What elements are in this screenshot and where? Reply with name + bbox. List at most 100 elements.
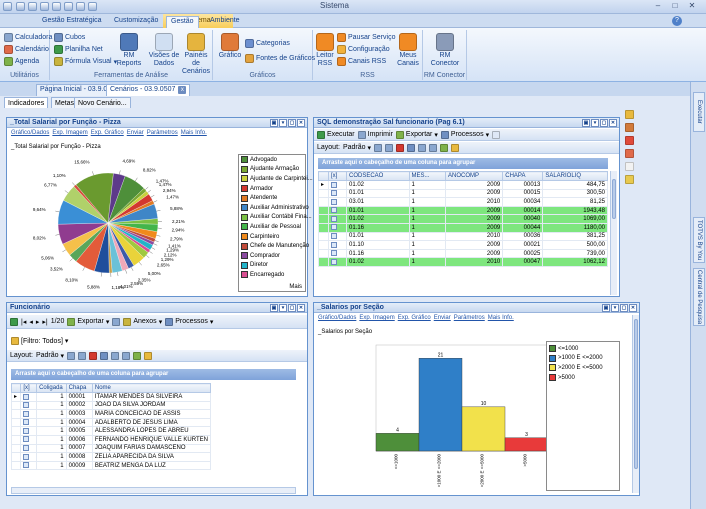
row-checkbox[interactable] bbox=[20, 452, 38, 462]
row-checkbox[interactable] bbox=[20, 409, 38, 419]
table-row[interactable]: 01.02 1 2010 00047 1062,12 bbox=[318, 257, 608, 267]
link-exp-grafico[interactable]: Exp. Gráfico bbox=[91, 130, 124, 136]
calculator-button[interactable]: Calculadora bbox=[4, 33, 52, 42]
row-checkbox[interactable] bbox=[328, 231, 347, 242]
table-row[interactable]: 1 00009 BEATRIZ MENGA DA LUZ bbox=[10, 460, 212, 471]
row-indicator[interactable] bbox=[318, 231, 329, 242]
tool-icon[interactable] bbox=[625, 149, 634, 158]
tab-novo-cenario[interactable]: Novo Cenário... bbox=[74, 97, 131, 108]
row-indicator[interactable] bbox=[10, 443, 22, 454]
row-checkbox[interactable] bbox=[328, 257, 347, 267]
row-checkbox[interactable] bbox=[20, 460, 38, 471]
quick-access-icon[interactable] bbox=[40, 2, 49, 11]
column-header[interactable]: [x] bbox=[328, 171, 347, 181]
prev-page-icon[interactable]: ◂ bbox=[29, 318, 33, 326]
panel-max-icon[interactable]: ▢ bbox=[288, 304, 296, 312]
row-indicator[interactable] bbox=[318, 205, 329, 216]
link-exp-imagem[interactable]: Exp. Imagem bbox=[52, 130, 87, 136]
row-indicator[interactable] bbox=[318, 214, 329, 224]
row-checkbox[interactable] bbox=[328, 180, 347, 190]
edit-icon[interactable] bbox=[625, 123, 634, 132]
table-row[interactable]: 01.01 1 2010 00036 381,25 bbox=[318, 231, 608, 242]
scrollbar-thumb[interactable] bbox=[612, 179, 616, 219]
panel-minimize-icon[interactable]: ▾ bbox=[611, 304, 619, 312]
table-row[interactable]: 1 00008 ZELIA APARECIDA DA SILVA bbox=[10, 452, 212, 462]
table-row[interactable]: 01.01 1 2009 00014 1943,48 bbox=[318, 205, 608, 216]
grid-tool-icon[interactable] bbox=[451, 143, 460, 152]
row-indicator[interactable] bbox=[10, 417, 22, 428]
link-grafico-dados[interactable]: Gráfico/Dados bbox=[11, 130, 49, 136]
link-enviar[interactable]: Enviar bbox=[434, 315, 451, 321]
table-row[interactable]: 1 00002 JOAO DA SILVA JORDAM bbox=[10, 400, 212, 411]
exportar-button[interactable]: Exportar ▾ bbox=[67, 317, 109, 326]
tab-gestao[interactable]: Gestão bbox=[166, 16, 199, 28]
grid-tool-icon[interactable] bbox=[429, 143, 438, 152]
planilha-button[interactable]: Planilha Net bbox=[54, 45, 103, 54]
row-checkbox[interactable] bbox=[328, 222, 347, 233]
fontes-graficos-button[interactable]: Fontes de Gráficos bbox=[245, 54, 315, 63]
print-icon[interactable] bbox=[112, 317, 121, 326]
row-checkbox[interactable] bbox=[328, 188, 347, 199]
link-enviar[interactable]: Enviar bbox=[127, 130, 144, 136]
close-icon[interactable]: ✕ bbox=[297, 304, 305, 312]
close-icon[interactable]: x bbox=[178, 86, 187, 94]
categorias-button[interactable]: Categorias bbox=[245, 39, 290, 48]
row-indicator[interactable] bbox=[10, 426, 22, 436]
grid-tool-icon[interactable] bbox=[385, 143, 394, 152]
grid-tool-icon[interactable] bbox=[122, 351, 131, 360]
exportar-button[interactable]: Exportar ▾ bbox=[395, 130, 438, 139]
chart-tool-icon[interactable] bbox=[100, 351, 109, 360]
app-logo-icon[interactable] bbox=[3, 2, 12, 11]
column-header[interactable]: Nome bbox=[91, 383, 212, 393]
panel-max-icon[interactable]: ▢ bbox=[288, 119, 296, 127]
row-indicator[interactable] bbox=[318, 240, 329, 250]
paineis-cenarios-button[interactable]: Painéis de Cenários bbox=[181, 33, 211, 76]
row-indicator[interactable] bbox=[318, 257, 329, 267]
grid-tool-icon[interactable] bbox=[418, 143, 427, 152]
link-exp-grafico[interactable]: Exp. Gráfico bbox=[398, 315, 431, 321]
first-page-icon[interactable]: |◂ bbox=[21, 318, 26, 326]
meus-canais-button[interactable]: Meus Canais bbox=[393, 33, 423, 68]
bar[interactable] bbox=[375, 433, 420, 452]
panel-menu-icon[interactable]: ▣ bbox=[270, 304, 278, 312]
row-checkbox[interactable] bbox=[328, 248, 347, 259]
table-row[interactable]: 03.01 1 2010 00034 81,25 bbox=[318, 197, 608, 207]
pausar-servico-button[interactable]: Pausar Serviço bbox=[337, 33, 395, 42]
group-by-hint[interactable]: Arraste aqui o cabeçalho de uma coluna p… bbox=[318, 158, 608, 169]
table-row[interactable]: 1 00005 ALESSANDRA LOPES DE ABREU bbox=[10, 426, 212, 436]
tab-indicadores[interactable]: Indicadores bbox=[4, 97, 49, 108]
link-mais-info[interactable]: Mais Info. bbox=[181, 130, 207, 136]
layout-select[interactable]: Padrão ▾ bbox=[36, 352, 64, 360]
link-exp-imagem[interactable]: Exp. Imagem bbox=[359, 315, 394, 321]
processos-button[interactable]: Processos ▾ bbox=[165, 317, 213, 326]
table-row[interactable]: 1 00003 MARIA CONCEICAO DE ASSIS bbox=[10, 409, 212, 419]
row-checkbox[interactable] bbox=[328, 197, 347, 207]
chart-tool-icon[interactable] bbox=[407, 143, 416, 152]
maximize-icon[interactable]: □ bbox=[667, 1, 683, 12]
row-indicator[interactable] bbox=[318, 188, 329, 199]
grid-tool-icon[interactable] bbox=[133, 351, 142, 360]
panel-menu-icon[interactable]: ▣ bbox=[270, 119, 278, 127]
executar-button[interactable]: Executar bbox=[317, 130, 355, 139]
close-icon[interactable]: ✕ bbox=[684, 1, 700, 12]
table-row[interactable]: 01.02 1 2009 00040 1069,00 bbox=[318, 214, 608, 224]
table-row[interactable]: 01.16 1 2009 00044 1180,00 bbox=[318, 222, 608, 233]
row-indicator[interactable] bbox=[318, 248, 329, 259]
configuracao-button[interactable]: Configuração bbox=[337, 45, 390, 54]
table-row[interactable]: 1 00004 ADALBERTO DE JESUS LIMA bbox=[10, 417, 212, 428]
row-indicator[interactable] bbox=[10, 409, 22, 419]
column-header[interactable]: [x] bbox=[20, 383, 38, 393]
link-parametros[interactable]: Parâmetros bbox=[147, 130, 178, 136]
tool-icon[interactable] bbox=[625, 110, 634, 119]
row-indicator[interactable]: ▸ bbox=[10, 392, 22, 402]
grid-tool-icon[interactable] bbox=[374, 143, 383, 152]
minimize-icon[interactable]: – bbox=[650, 1, 666, 12]
column-header[interactable]: ANOCOMP bbox=[445, 171, 504, 181]
close-icon[interactable]: ✕ bbox=[629, 304, 637, 312]
grid-tool-icon[interactable] bbox=[89, 351, 98, 360]
anexos-button[interactable]: Anexos ▾ bbox=[123, 317, 162, 326]
layout-select[interactable]: Padrão ▾ bbox=[343, 144, 371, 152]
folder-icon[interactable] bbox=[625, 175, 634, 184]
table-row[interactable]: 01.01 1 2009 00015 300,50 bbox=[318, 188, 608, 199]
panel-max-icon[interactable]: ▢ bbox=[600, 119, 608, 127]
